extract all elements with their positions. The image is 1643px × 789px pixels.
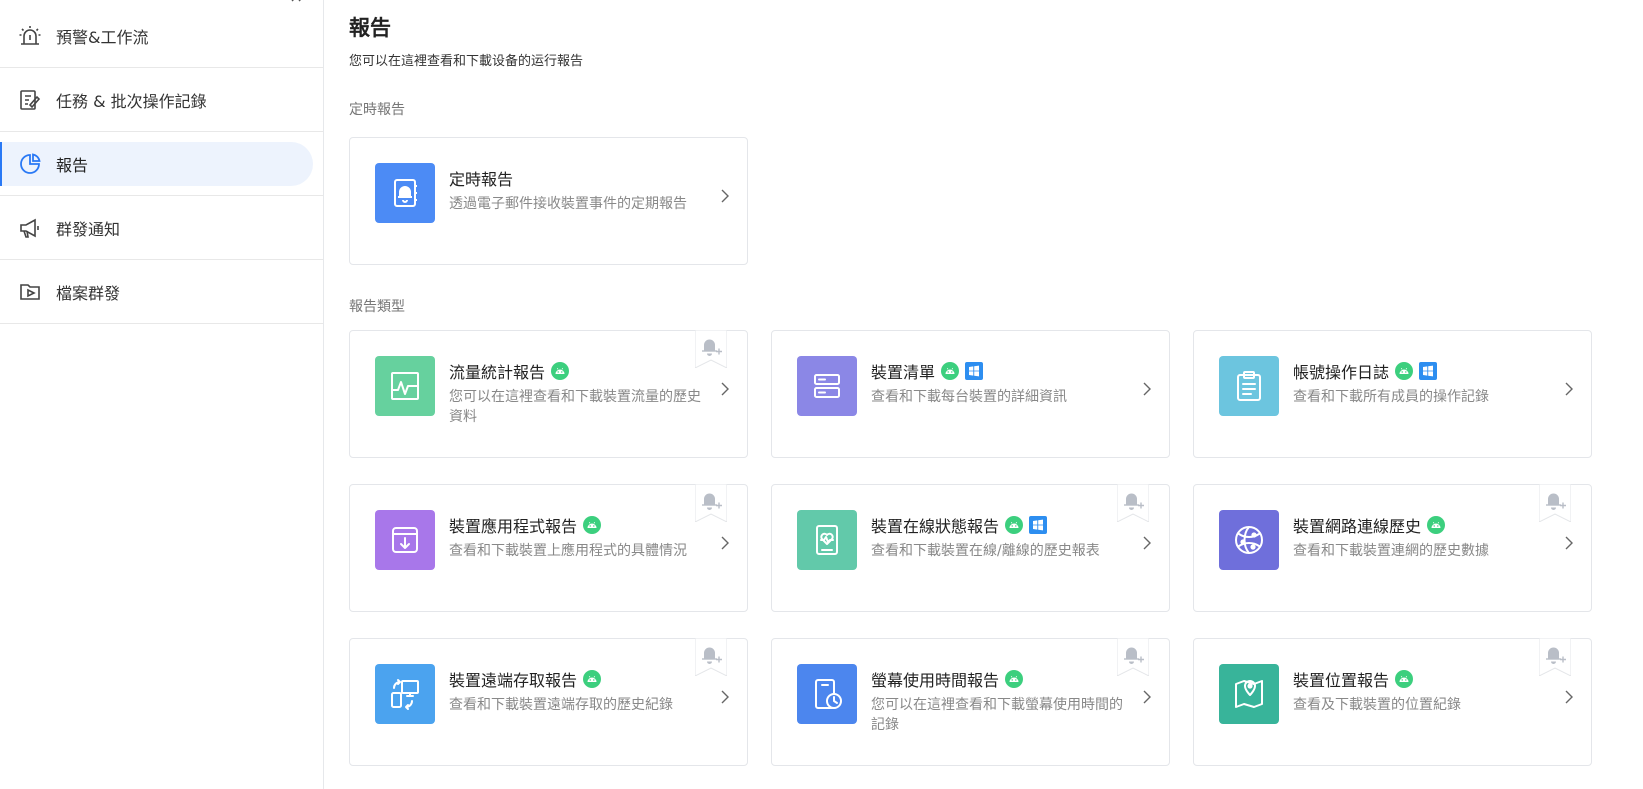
subscribe-bell-icon[interactable]	[694, 483, 728, 523]
report-card[interactable]: 裝置清單查看和下載每台裝置的詳細資訊	[771, 330, 1170, 458]
card-description: 查看及下載裝置的位置紀錄	[1293, 697, 1461, 713]
report-card[interactable]: 螢幕使用時間報告您可以在這裡查看和下載螢幕使用時間的記錄	[771, 637, 1170, 766]
subscribe-bell-icon[interactable]	[1538, 483, 1572, 523]
globe-network-icon	[1219, 510, 1279, 570]
device-heart-icon	[797, 510, 857, 570]
app-download-icon	[375, 510, 435, 570]
report-card[interactable]: 裝置在線狀態報告查看和下載裝置在線/離線的歷史報表	[771, 483, 1170, 612]
sidebar-item-broadcast[interactable]: 群發通知	[0, 196, 323, 260]
card-title: 流量統計報告	[449, 363, 546, 382]
card-description: 您可以在這裡查看和下載螢幕使用時間的記錄	[871, 697, 1123, 733]
subscribe-bell-icon[interactable]	[1116, 637, 1150, 677]
page-subtitle: 您可以在這裡查看和下載设备的运行報告	[349, 54, 584, 69]
report-card[interactable]: 裝置遠端存取報告查看和下載裝置遠端存取的歷史紀錄	[349, 637, 748, 766]
card-description: 查看和下載裝置連網的歷史數據	[1293, 543, 1489, 559]
remote-access-icon	[375, 664, 435, 724]
sidebar-item-label: 報告	[56, 155, 89, 175]
report-card[interactable]: 裝置網路連線歷史查看和下載裝置連網的歷史數據	[1193, 483, 1592, 612]
server-list-icon	[797, 356, 857, 416]
clipboard-icon	[1219, 356, 1279, 416]
pie-chart-icon	[18, 152, 42, 176]
card-title: 裝置位置報告	[1293, 671, 1390, 690]
chevron-right-icon	[721, 189, 729, 203]
sidebar-item-file-send[interactable]: 檔案群發	[0, 260, 323, 324]
megaphone-icon	[18, 216, 42, 240]
card-title: 裝置遠端存取報告	[449, 671, 578, 690]
scheduled-report-card[interactable]: 定時報告 透過電子郵件接收裝置事件的定期報告	[349, 137, 748, 265]
section-title-report-types: 報告類型	[349, 299, 405, 315]
chevron-right-icon	[1143, 690, 1151, 704]
windows-icon	[1029, 516, 1048, 534]
chevron-right-icon	[1565, 536, 1573, 550]
android-icon	[1005, 516, 1024, 534]
sidebar-item-alerts-workflow[interactable]: 預警&工作流	[0, 4, 323, 68]
card-description: 查看和下載所有成員的操作記錄	[1293, 389, 1489, 405]
report-card[interactable]: 裝置位置報告查看及下載裝置的位置紀錄	[1193, 637, 1592, 766]
windows-icon	[965, 362, 984, 380]
card-description: 查看和下載裝置遠端存取的歷史紀錄	[449, 697, 673, 713]
chevron-right-icon	[1143, 536, 1151, 550]
sidebar: 預警&工作流 任務 & 批次操作記錄 報告 群發通知 檔案群發	[0, 0, 324, 789]
section-title-scheduled: 定時報告	[349, 102, 405, 118]
chevron-right-icon	[721, 382, 729, 396]
android-icon	[941, 362, 960, 380]
android-icon	[1395, 362, 1414, 380]
active-indicator	[0, 142, 313, 186]
report-card[interactable]: 裝置應用程式報告查看和下載裝置上應用程式的具體情況	[349, 483, 748, 612]
card-description: 查看和下載裝置上應用程式的具體情況	[449, 543, 687, 559]
subscribe-bell-icon[interactable]	[694, 637, 728, 677]
android-icon	[1427, 516, 1446, 534]
subscribe-bell-icon[interactable]	[1538, 637, 1572, 677]
task-log-icon	[18, 88, 42, 112]
chevron-right-icon	[721, 536, 729, 550]
card-description: 您可以在這裡查看和下載裝置流量的歷史資料	[449, 389, 701, 425]
card-title: 裝置應用程式報告	[449, 517, 578, 536]
report-card[interactable]: 帳號操作日誌查看和下載所有成員的操作記錄	[1193, 330, 1592, 458]
sidebar-item-tasks-log[interactable]: 任務 & 批次操作記錄	[0, 68, 323, 132]
android-icon	[583, 516, 602, 534]
android-icon	[583, 670, 602, 688]
sidebar-item-reports[interactable]: 報告	[0, 132, 323, 196]
bell-notebook-icon	[375, 163, 435, 223]
windows-icon	[1419, 362, 1438, 380]
card-title: 螢幕使用時間報告	[871, 671, 1000, 690]
card-description: 透過電子郵件接收裝置事件的定期報告	[449, 196, 687, 212]
sidebar-item-label: 任務 & 批次操作記錄	[56, 91, 207, 111]
card-description: 查看和下載每台裝置的詳細資訊	[871, 389, 1067, 405]
card-title: 裝置網路連線歷史	[1293, 517, 1422, 536]
sidebar-item-label: 檔案群發	[56, 283, 121, 303]
location-map-icon	[1219, 664, 1279, 724]
chevron-right-icon	[1565, 690, 1573, 704]
sidebar-item-label: 群發通知	[56, 219, 121, 239]
card-title: 裝置清單	[871, 363, 936, 382]
chevron-right-icon	[1143, 382, 1151, 396]
chevron-right-icon	[1565, 382, 1573, 396]
card-title: 裝置在線狀態報告	[871, 517, 1000, 536]
file-send-icon	[18, 280, 42, 304]
traffic-chart-icon	[375, 356, 435, 416]
page-title: 報告	[349, 16, 391, 40]
android-icon	[551, 362, 570, 380]
alarm-icon	[18, 24, 42, 48]
card-title: 定時報告	[449, 170, 514, 189]
report-card[interactable]: 流量統計報告您可以在這裡查看和下載裝置流量的歷史資料	[349, 329, 748, 458]
screen-time-icon	[797, 664, 857, 724]
android-icon	[1005, 670, 1024, 688]
card-description: 查看和下載裝置在線/離線的歷史報表	[871, 543, 1100, 559]
android-icon	[1395, 670, 1414, 688]
sidebar-item-label: 預警&工作流	[56, 27, 149, 47]
card-title: 帳號操作日誌	[1293, 363, 1390, 382]
subscribe-bell-icon[interactable]	[694, 329, 728, 369]
subscribe-bell-icon[interactable]	[1116, 483, 1150, 523]
chevron-right-icon	[721, 690, 729, 704]
